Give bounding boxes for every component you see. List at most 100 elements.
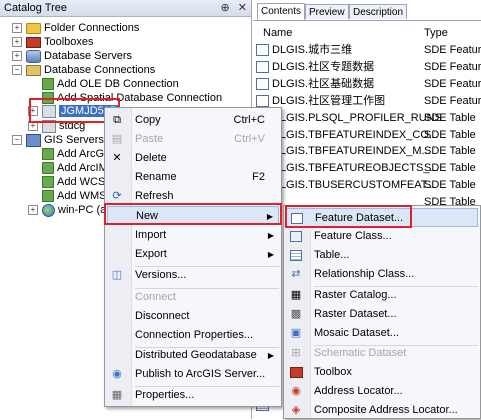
composite-address-locator-icon: ◈ — [291, 404, 301, 416]
feature-dataset-icon — [291, 213, 303, 224]
toolbox-icon — [26, 36, 41, 48]
list-item[interactable]: DLGIS.TBFEATUREINDEX_CO... — [256, 127, 438, 143]
mosaic-dataset-icon: ▣ — [290, 327, 302, 339]
gis-server-icon — [26, 133, 41, 147]
expand-icon[interactable]: + — [12, 37, 22, 48]
tree-item-database-connections[interactable]: − Database Connections — [12, 63, 155, 77]
submenu-item-raster-catalog[interactable]: ▦ Raster Catalog... — [286, 286, 478, 305]
tree-item-stdcg[interactable]: + stdcg — [28, 119, 85, 133]
list-item-type: SDE Feature — [424, 61, 481, 73]
context-menu: ⧉ Copy Ctrl+C ▤ Paste Ctrl+V ✕ Delete Re… — [104, 107, 282, 407]
menu-item-disconnect[interactable]: Disconnect — [107, 307, 279, 326]
tree-item-add-ole-db-connection[interactable]: Add OLE DB Connection — [42, 77, 179, 91]
feature-dataset-icon — [256, 44, 269, 57]
feature-class-icon — [290, 231, 302, 242]
list-item-type: SDE Table — [424, 145, 476, 157]
add-connection-icon — [42, 92, 54, 105]
tree-item-database-servers[interactable]: + Database Servers — [12, 49, 132, 63]
expand-icon[interactable]: + — [12, 23, 22, 34]
collapse-icon[interactable]: − — [12, 135, 22, 146]
submenu-arrow-icon: ▶ — [267, 351, 274, 360]
submenu-item-raster-dataset[interactable]: ▩ Raster Dataset... — [286, 305, 478, 324]
tree-item-toolboxes[interactable]: + Toolboxes — [12, 35, 94, 49]
submenu-item-schematic-dataset[interactable]: ⊞ Schematic Dataset — [286, 344, 478, 363]
submenu-item-address-locator[interactable]: ◉ Address Locator... — [286, 382, 478, 401]
submenu-arrow-icon: ▶ — [266, 212, 273, 221]
column-header-name[interactable]: Name — [263, 26, 292, 40]
menu-item-versions[interactable]: ◫ Versions... — [107, 266, 279, 285]
menu-item-new[interactable]: New ▶ — [107, 206, 279, 225]
versions-icon: ◫ — [111, 269, 123, 281]
submenu-item-feature-class[interactable]: Feature Class... — [286, 227, 478, 246]
list-item-name: DLGIS.城市三维 — [272, 44, 353, 56]
list-item[interactable]: DLGIS.TBFEATUREOBJECTS_... — [256, 160, 439, 176]
menu-item-publish-to-arcgis-server[interactable]: ◉ Publish to ArcGIS Server... — [107, 365, 279, 384]
close-icon[interactable]: ✕ — [238, 2, 247, 14]
menu-item-export[interactable]: Export ▶ — [107, 245, 279, 264]
tree-item-add-wms-server[interactable]: Add WMS — [42, 189, 107, 203]
submenu-item-mosaic-dataset[interactable]: ▣ Mosaic Dataset... — [286, 324, 478, 343]
menu-item-copy[interactable]: ⧉ Copy Ctrl+C — [107, 111, 279, 130]
folder-icon — [26, 22, 41, 34]
tree-item-folder-connections[interactable]: + Folder Connections — [12, 21, 139, 35]
list-item[interactable]: DLGIS.TBUSERCUSTOMFEAT... — [256, 177, 435, 193]
catalog-tree-title: Catalog Tree — [4, 2, 67, 14]
list-item-type: SDE Table — [424, 179, 476, 191]
submenu-item-feature-dataset[interactable]: Feature Dataset... — [286, 208, 478, 227]
sde-connection-icon — [42, 119, 56, 133]
sde-connection-icon — [42, 104, 56, 118]
list-item[interactable]: DLGIS.TBFEATUREINDEX_M... — [256, 143, 431, 159]
collapse-icon[interactable]: − — [12, 65, 22, 76]
tree-item-add-wcs-server[interactable]: Add WCS — [42, 175, 105, 189]
raster-catalog-icon: ▦ — [290, 289, 302, 301]
menu-item-import[interactable]: Import ▶ — [107, 226, 279, 245]
delete-icon: ✕ — [112, 152, 122, 164]
tree-item-win-pc[interactable]: + win-PC (a — [28, 203, 106, 217]
list-item-type: SDE Feature — [424, 95, 481, 107]
expand-icon[interactable]: + — [28, 106, 38, 117]
list-item-type: SDE Table — [424, 112, 476, 124]
copy-icon: ⧉ — [113, 114, 121, 126]
expand-icon[interactable]: + — [28, 121, 38, 132]
menu-item-paste[interactable]: ▤ Paste Ctrl+V — [107, 130, 279, 149]
list-item-name: DLGIS.社区基础数据 — [272, 78, 375, 90]
tab-description[interactable]: Description — [349, 4, 408, 19]
menu-item-delete[interactable]: ✕ Delete — [107, 149, 279, 168]
submenu-item-composite-address-locator[interactable]: ◈ Composite Address Locator... — [286, 401, 478, 420]
add-server-icon — [42, 162, 54, 175]
list-item[interactable]: DLGIS.社区专题数据 — [256, 59, 374, 75]
feature-dataset-icon — [256, 61, 269, 74]
submenu-item-relationship-class[interactable]: ⇄ Relationship Class... — [286, 265, 478, 284]
list-item-name: DLGIS.TBFEATUREOBJECTS_... — [272, 162, 439, 174]
tab-contents[interactable]: Contents — [257, 3, 306, 20]
list-item-name: DLGIS.PLSQL_PROFILER_RUNS — [272, 112, 442, 124]
menu-item-refresh[interactable]: ⟳ Refresh — [107, 187, 279, 206]
expand-icon[interactable]: + — [12, 51, 22, 62]
expand-icon[interactable]: + — [28, 205, 38, 216]
list-item[interactable]: DLGIS.PLSQL_PROFILER_RUNS — [256, 110, 442, 126]
tree-item-add-arcgis-server[interactable]: Add ArcG — [42, 147, 104, 161]
tree-item-add-arcims-server[interactable]: Add ArcIM — [42, 161, 108, 175]
add-connection-icon — [42, 78, 54, 91]
submenu-item-toolbox[interactable]: Toolbox — [286, 363, 478, 382]
tab-preview[interactable]: Preview — [305, 4, 349, 19]
list-item[interactable]: DLGIS.社区基础数据 — [256, 76, 374, 92]
tree-item-gis-servers[interactable]: − GIS Servers — [12, 133, 104, 147]
tree-item-add-spatial-database-connection[interactable]: Add Spatial Database Connection — [42, 91, 222, 105]
list-item-type: SDE Feature — [424, 78, 481, 90]
submenu-arrow-icon: ▶ — [267, 231, 274, 240]
menu-item-rename[interactable]: Rename F2 — [107, 168, 279, 187]
list-item[interactable]: DLGIS.城市三维 — [256, 42, 352, 58]
table-icon — [290, 250, 302, 261]
column-header-type[interactable]: Type — [424, 26, 448, 40]
menu-item-connect[interactable]: Connect — [107, 288, 279, 307]
menu-item-properties[interactable]: ▦ Properties... — [107, 386, 279, 405]
contents-tabs: Contents Preview Description — [253, 3, 481, 21]
menu-item-connection-properties[interactable]: Connection Properties... — [107, 326, 279, 345]
submenu-item-table[interactable]: Table... — [286, 246, 478, 265]
pin-icon[interactable]: ⊕ — [221, 2, 230, 14]
catalog-tree-title-bar: Catalog Tree ⊕ ✕ — [0, 0, 251, 17]
menu-item-distributed-geodatabase[interactable]: Distributed Geodatabase ▶ — [107, 346, 279, 365]
list-item-type: SDE Feature — [424, 44, 481, 56]
toolbox-icon — [290, 367, 303, 378]
